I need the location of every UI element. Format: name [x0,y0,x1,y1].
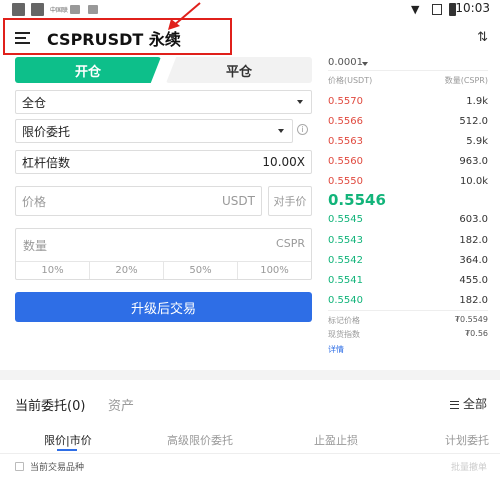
current-pair-checkbox[interactable] [15,462,24,471]
batch-cancel-button[interactable]: 批量撤单 [451,460,487,473]
margin-mode-select[interactable]: 全仓 [15,90,312,114]
ask-quantity: 10.0k [459,175,488,187]
percent-50-button[interactable]: 50% [164,262,238,279]
ask-quantity: 963.0 [459,155,488,167]
last-price: 0.5546 [328,191,386,209]
subtab-limit-market[interactable]: 限价|市价 [44,432,92,448]
price-input[interactable]: 价格 USDT [15,186,262,216]
ask-price: 0.5560 [328,155,363,167]
bid-quantity: 182.0 [459,294,488,306]
clock: 10:03 [455,1,490,15]
ask-price: 0.5563 [328,135,363,147]
ask-price: 0.5550 [328,175,363,187]
bid-price: 0.5543 [328,234,363,246]
annotation-arrow-icon [168,2,201,30]
quantity-unit: CSPR [276,237,305,250]
percent-selector: 10% 20% 50% 100% [16,261,311,279]
upgrade-to-trade-button[interactable]: 升级后交易 [15,292,312,322]
percent-20-button[interactable]: 20% [90,262,164,279]
settings-sliders-icon[interactable]: ⇅ [477,30,488,45]
quantity-input[interactable]: 数量 CSPR 10% 20% 50% 100% [15,228,312,280]
price-step-select[interactable]: 0.0001 [328,57,363,68]
index-price-label: 现货指数 [328,330,360,339]
chevron-down-icon [362,62,368,66]
carrier-text: 中国联 [50,7,69,14]
quantity-placeholder: 数量 [23,239,48,253]
index-price-row: 现货指数 ₮0.56 [328,329,488,340]
bid-price: 0.5545 [328,213,363,225]
tab-current-orders[interactable]: 当前委托(0) [15,395,85,414]
bid-quantity: 364.0 [459,254,488,266]
mark-price-value: ₮0.5549 [454,315,488,324]
price-unit: USDT [222,194,255,208]
price-placeholder: 价格 [22,194,47,209]
chevron-down-icon [297,100,303,104]
leverage-field[interactable]: 杠杆倍数 10.00X [15,150,312,174]
notification-icon [31,3,44,16]
ask-quantity: 5.9k [466,135,488,147]
mark-price-label: 标记价格 [328,316,360,325]
leverage-value: 10.00X [262,155,305,169]
tab-assets[interactable]: 资产 [108,395,134,414]
bid-row[interactable]: 0.5541 455.0 [328,271,488,289]
bid-row[interactable]: 0.5540 182.0 [328,291,488,309]
active-tab-indicator [57,449,77,451]
all-filter-button[interactable]: 全部 [449,395,487,412]
notification-icon [70,5,80,14]
current-pair-filter[interactable]: 当前交易品种 [15,460,84,473]
subtab-plan-orders[interactable]: 计划委托 [445,432,489,448]
wifi-icon: ▼ [411,3,420,16]
status-bar: 中国联 ▼ 10:03 [0,0,500,20]
section-divider [0,370,500,380]
info-icon[interactable]: i [297,124,308,135]
tab-open-position[interactable]: 开仓 [15,57,161,83]
quantity-column-header: 数量(CSPR) [444,76,488,85]
bid-price: 0.5542 [328,254,363,266]
bid-price: 0.5541 [328,274,363,286]
order-type-value: 限价委托 [22,124,71,139]
bid-quantity: 182.0 [459,234,488,246]
ask-price: 0.5570 [328,95,363,107]
list-icon [449,400,459,409]
leverage-label: 杠杆倍数 [22,155,71,170]
bid-price: 0.5540 [328,294,363,306]
price-column-header: 价格(USDT) [328,76,373,85]
bid-row[interactable]: 0.5542 364.0 [328,251,488,269]
all-filter-label: 全部 [462,397,487,411]
margin-mode-value: 全仓 [22,95,47,110]
ask-row[interactable]: 0.5560 963.0 [328,152,488,170]
divider [328,310,488,311]
index-price-value: ₮0.56 [465,329,488,338]
order-type-select[interactable]: 限价委托 [15,119,293,143]
ask-row[interactable]: 0.5570 1.9k [328,92,488,110]
notification-icon [88,5,98,14]
ask-quantity: 512.0 [459,115,488,127]
percent-100-button[interactable]: 100% [238,262,311,279]
ask-quantity: 1.9k [466,95,488,107]
detail-link[interactable]: 详情 [328,344,344,355]
ask-price: 0.5566 [328,115,363,127]
notification-icon [12,3,25,16]
divider [328,70,488,71]
mark-price-row: 标记价格 ₮0.5549 [328,315,488,326]
chevron-down-icon [278,129,284,133]
ask-row[interactable]: 0.5563 5.9k [328,132,488,150]
subtab-advanced-limit[interactable]: 高级限价委托 [167,432,233,448]
ask-row[interactable]: 0.5550 10.0k [328,172,488,190]
bid-quantity: 455.0 [459,274,488,286]
signal-icon [432,4,442,15]
bid-row[interactable]: 0.5543 182.0 [328,231,488,249]
percent-10-button[interactable]: 10% [16,262,90,279]
tab-close-position[interactable]: 平仓 [166,57,312,83]
bid-quantity: 603.0 [459,213,488,225]
current-pair-label: 当前交易品种 [30,463,85,473]
subtab-tp-sl[interactable]: 止盈止损 [314,432,358,448]
bid-row[interactable]: 0.5545 603.0 [328,210,488,228]
opponent-price-button[interactable]: 对手价 [268,186,312,216]
ask-row[interactable]: 0.5566 512.0 [328,112,488,130]
